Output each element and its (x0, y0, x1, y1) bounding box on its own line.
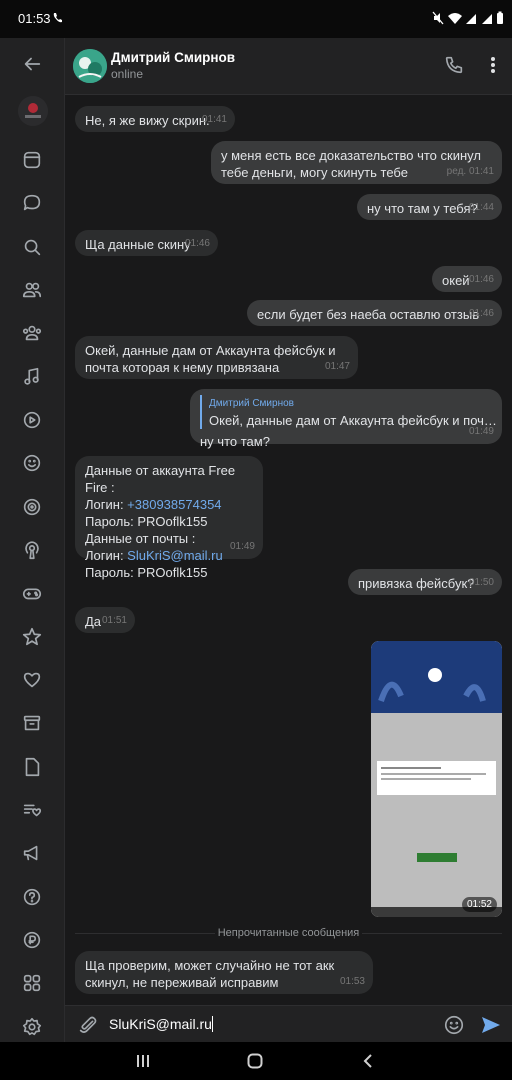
system-nav-bar (0, 1042, 512, 1080)
recent-apps-icon[interactable] (133, 1052, 153, 1070)
message-outgoing[interactable]: если будет без наеба оставлю отзыв 01:46 (247, 300, 502, 326)
reply-text: Окей, данные дам от Аккаунта фейсбук и п… (209, 413, 499, 428)
message-incoming[interactable]: Данные от аккаунта Free Fire : Логин: +3… (75, 456, 263, 580)
chat-header: Дмитрий Смирнов online (65, 38, 512, 95)
phone-icon[interactable] (441, 52, 467, 78)
message-incoming[interactable]: Ща данные скину 01:46 (75, 230, 218, 256)
communities-icon[interactable] (18, 319, 46, 347)
mute-icon (432, 11, 444, 25)
services-icon[interactable] (18, 969, 46, 997)
message-time: 01:47 (324, 361, 350, 372)
message-time: 01:51 (101, 615, 127, 626)
message-time: 01:46 (184, 238, 210, 249)
message-outgoing[interactable]: привязка фейсбук? 01:50 (348, 569, 502, 595)
email-link[interactable]: SluKriS@mail.ru (127, 548, 223, 563)
more-icon[interactable] (480, 52, 506, 78)
message-line: Данные от аккаунта Free Fire : (85, 463, 236, 495)
search-icon[interactable] (18, 233, 46, 261)
divider-line (362, 933, 502, 934)
message-line: Логин: +380938574354 (85, 497, 222, 512)
phone-link[interactable]: +380938574354 (127, 497, 221, 512)
message-text: ну что там у тебя? (367, 201, 478, 216)
news-icon[interactable] (18, 146, 46, 174)
message-text: окей (442, 273, 470, 288)
message-outgoing[interactable]: у меня есть все доказательство что скину… (211, 141, 502, 184)
message-text: привязка фейсбук? (358, 576, 475, 591)
message-time: 01:53 (339, 976, 365, 987)
signal2-icon (482, 14, 492, 24)
attach-icon[interactable] (77, 1014, 99, 1036)
contact-status: online (111, 67, 144, 81)
message-input[interactable]: SluKriS@mail.ru (109, 1016, 213, 1032)
ads-icon[interactable] (18, 839, 46, 867)
message-outgoing-reply[interactable]: Дмитрий Смирнов Окей, данные дам от Акка… (190, 389, 502, 449)
text-caret (211, 1016, 213, 1032)
message-text: Ща данные скину (85, 237, 191, 252)
message-incoming[interactable]: Да 01:51 (75, 607, 135, 633)
music-icon[interactable] (18, 363, 46, 391)
heart-icon[interactable] (18, 666, 46, 694)
message-incoming[interactable]: Окей, данные дам от Аккаунта фейсбук и п… (75, 336, 358, 379)
message-line: Пароль: PROoflk155 (85, 565, 208, 580)
stickers-icon[interactable] (18, 449, 46, 477)
message-composer: SluKriS@mail.ru (65, 1005, 512, 1043)
message-time: 01:46 (468, 308, 494, 319)
message-time: ред. 01:41 (446, 166, 494, 177)
message-time: 01:49 (468, 426, 494, 437)
documents-icon[interactable] (18, 753, 46, 781)
clips-icon[interactable] (18, 493, 46, 521)
message-text: если будет без наеба оставлю отзыв (257, 307, 480, 322)
battery-icon (497, 11, 503, 24)
message-text: ну что там? (200, 434, 270, 449)
message-incoming[interactable]: Ща проверим, может случайно не тот акк с… (75, 951, 373, 994)
message-time: 01:46 (468, 274, 494, 285)
wifi-icon (448, 13, 462, 24)
profile-avatar[interactable] (18, 96, 48, 126)
video-icon[interactable] (18, 406, 46, 434)
message-incoming[interactable]: Не, я же вижу скрин. 01:41 (75, 106, 235, 132)
contact-name[interactable]: Дмитрий Смирнов (111, 50, 235, 65)
podcast-icon[interactable] (18, 536, 46, 564)
system-back-icon[interactable] (358, 1052, 378, 1070)
games-icon[interactable] (18, 579, 46, 607)
message-time: 01:44 (468, 202, 494, 213)
message-time: 01:41 (201, 114, 227, 125)
photo-time: 01:52 (461, 897, 497, 912)
contact-avatar[interactable] (73, 49, 107, 83)
send-icon[interactable] (479, 1013, 503, 1037)
message-text: Да (85, 614, 102, 629)
reply-author: Дмитрий Смирнов (209, 398, 294, 409)
message-time: 01:49 (229, 541, 255, 552)
help-icon[interactable] (18, 883, 46, 911)
photo-screenshot (371, 641, 502, 917)
message-line: Данные от почты : (85, 531, 196, 546)
status-time: 01:53 (18, 11, 51, 26)
message-line: Пароль: PROoflk155 (85, 514, 208, 529)
phone-status-icon (53, 13, 62, 23)
message-line: Логин: SluKriS@mail.ru (85, 548, 223, 563)
message-text: Не, я же вижу скрин. (85, 113, 210, 128)
message-text: Ща проверим, может случайно не тот акк с… (85, 958, 338, 990)
chat-history[interactable]: Не, я же вижу скрин. 01:41 у меня есть в… (65, 95, 512, 1005)
reply-quote[interactable]: Дмитрий Смирнов Окей, данные дам от Акка… (200, 395, 499, 429)
signal-icon (466, 14, 476, 24)
photo-attachment[interactable]: 01:52 (371, 641, 502, 917)
star-icon[interactable] (18, 623, 46, 651)
message-outgoing[interactable]: ну что там у тебя? 01:44 (357, 194, 502, 220)
settings-icon[interactable] (18, 1013, 46, 1041)
friends-icon[interactable] (18, 276, 46, 304)
messages-icon[interactable] (18, 189, 46, 217)
home-icon[interactable] (245, 1052, 265, 1070)
message-time: 01:50 (468, 577, 494, 588)
status-bar: 01:53 (0, 0, 512, 38)
payments-icon[interactable] (18, 926, 46, 954)
archive-icon[interactable] (18, 709, 46, 737)
message-text: Окей, данные дам от Аккаунта фейсбук и п… (85, 343, 340, 375)
message-outgoing[interactable]: окей 01:46 (432, 266, 502, 292)
emoji-icon[interactable] (443, 1014, 465, 1036)
sidebar (0, 38, 65, 1042)
back-icon[interactable] (18, 50, 46, 78)
bookmarks-icon[interactable] (18, 796, 46, 824)
